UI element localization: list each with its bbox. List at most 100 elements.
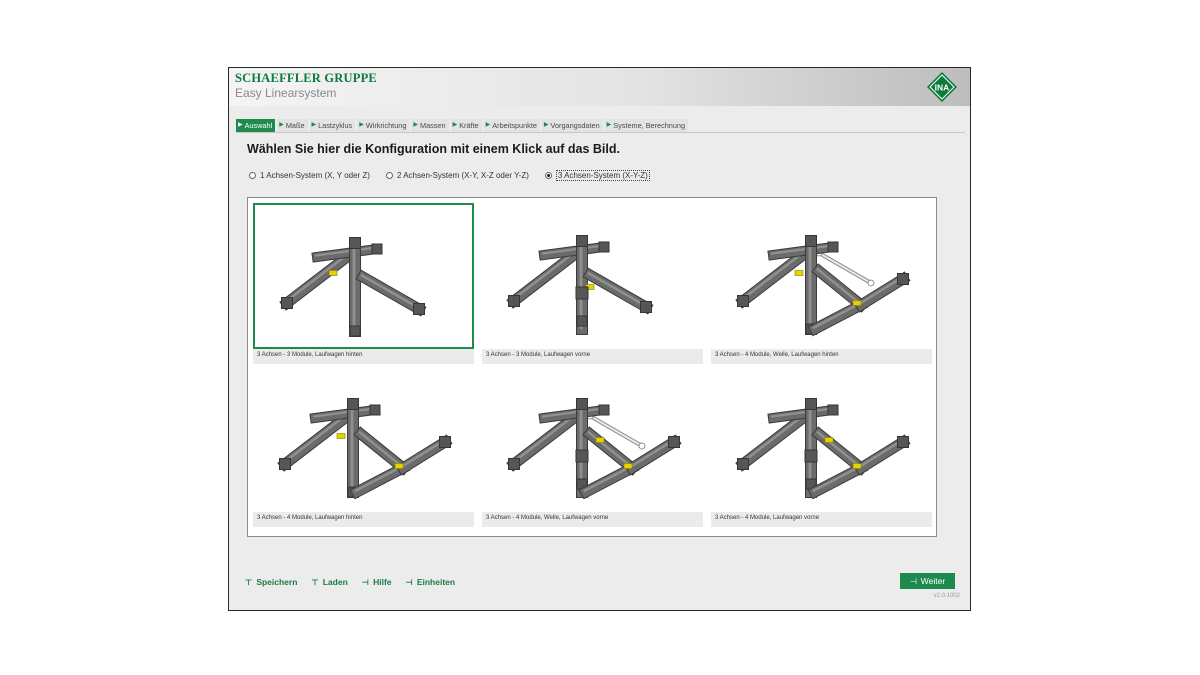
tab-label: Massen [420,121,446,130]
column-top-block [576,398,588,410]
tab-divider [236,132,965,133]
config-card-3-rear[interactable]: 3 Achsen - 3 Module, Laufwagen hinten [253,203,474,364]
radio-3-axis[interactable]: 3 Achsen-System (X-Y-Z) [544,170,650,181]
config-image[interactable] [711,203,932,349]
config-caption: 3 Achsen - 3 Module, Laufwagen hinten [257,352,363,358]
tab-wirkrichtung[interactable]: ▶ Wirkrichtung [357,119,410,132]
rail-end-block [897,273,909,285]
units-label: Einheiten [416,577,456,587]
next-icon: ⊣ [909,576,917,586]
help-link[interactable]: ⊣ Hilfe [362,577,392,587]
rail-end-block [737,458,749,470]
upper-cross-beam [312,244,382,262]
y-axis-rail [736,248,810,308]
rail-end-block [413,303,425,315]
y-axis-rail [507,411,581,471]
tab-arrow-icon: ▶ [311,122,317,128]
carriage [394,463,404,469]
x-extension-rail-highlight [858,438,904,469]
radio-label: 2 Achsen-System (X-Y, X-Z oder Y-Z) [396,171,529,180]
support-beam [808,298,868,336]
radio-2-axis[interactable]: 2 Achsen-System (X-Y, X-Z oder Y-Z) [385,171,529,180]
load-link[interactable]: ⊤ Laden [311,577,347,587]
tab-arrow-icon: ▶ [543,122,549,128]
y-axis-rail-highlight [740,251,804,302]
config-caption: 3 Achsen - 4 Module, Welle, Laufwagen hi… [715,352,839,358]
tab-label: Kräfte [459,121,479,130]
footer-actions: ⊤ Speichern ⊤ Laden ⊣ Hilfe ⊣ Einheiten [245,577,469,587]
y-axis-rail-highlight [740,414,804,465]
next-label: Weiter [920,576,946,586]
config-image[interactable] [482,203,703,349]
linear-system-3d-icon [279,237,427,337]
tab-massen[interactable]: ▶ Massen [411,119,449,132]
rail-end-block [640,301,652,313]
units-link[interactable]: ⊣ Einheiten [406,577,456,587]
config-image[interactable] [253,366,474,512]
save-label: Speichern [256,577,298,587]
config-card-4-front[interactable]: 3 Achsen - 4 Module, Laufwagen vorne [711,366,932,527]
tab-label: Arbeitspunkte [492,121,537,130]
tab-label: Auswahl [244,121,273,130]
config-image[interactable] [711,366,932,512]
cross-end-block [598,404,610,416]
upper-cross-beam [539,242,609,260]
carriage [852,463,862,469]
load-label: Laden [322,577,348,587]
logo-text: INA [935,83,950,93]
cross-end-block [827,241,839,253]
radio-label: 3 Achsen-System (X-Y-Z) [555,170,650,181]
tab-vorgangsdaten[interactable]: ▶ Vorgangsdaten [541,119,603,132]
brand-name: SCHAEFFLER GRUPPE [235,71,377,85]
tab-kraefte[interactable]: ▶ Kräfte [450,119,482,132]
tab-bar: ▶ Auswahl ▶ Maße ▶ Lastzyklus ▶ Wirkrichtung… [236,119,690,132]
next-button[interactable]: ⊣ Weiter [900,573,955,589]
y-axis-rail [280,250,354,310]
x-extension-rail [854,435,910,475]
config-card-3-front[interactable]: 3 Achsen - 3 Module, Laufwagen vorne [482,203,703,364]
radio-1-axis[interactable]: 1 Achsen-System (X, Y oder Z) [249,171,370,180]
column-top-block [805,235,817,247]
header-bar: SCHAEFFLER GRUPPE Easy Linearsystem INA [229,68,970,106]
config-card-4-shaft-front[interactable]: 3 Achsen - 4 Module, Welle, Laufwagen vo… [482,366,703,527]
column-top-block [576,235,588,247]
y-axis-rail [507,248,581,308]
radio-button-icon[interactable] [544,172,552,179]
tab-arrow-icon: ▶ [359,122,364,128]
linear-system-3d-icon [506,235,654,335]
tab-label: Systeme, Berechnung [613,121,686,130]
config-card-4-rear[interactable]: 3 Achsen - 4 Module, Laufwagen hinten [253,366,474,527]
upper-cross-beam [768,405,838,423]
rail-end-block [737,295,749,307]
tab-auswahl[interactable]: ▶ Auswahl [236,119,276,132]
linear-system-3d-icon [277,398,453,500]
x-axis-rail-highlight [816,430,862,469]
config-image[interactable] [482,366,703,512]
config-image[interactable] [253,203,474,349]
cross-end-block [598,241,610,253]
cross-end-block [369,404,381,416]
tab-arbeitspunkte[interactable]: ▶ Arbeitspunkte [483,119,540,132]
tab-masse[interactable]: ▶ Maße [277,119,308,132]
tab-arrow-icon: ▶ [606,122,612,128]
tab-arrow-icon: ▶ [238,122,243,128]
tab-arrow-icon: ▶ [452,122,458,128]
column-bottom-block [349,325,361,337]
radio-button-icon[interactable] [385,172,393,179]
y-axis-rail [736,411,810,471]
config-card-4-shaft-rear[interactable]: 3 Achsen - 4 Module, Welle, Laufwagen hi… [711,203,932,364]
tab-lastzyklus[interactable]: ▶ Lastzyklus [309,119,356,132]
tab-arrow-icon: ▶ [485,122,491,128]
config-caption: 3 Achsen - 4 Module, Laufwagen vorne [715,515,820,521]
cross-end-block [371,243,383,255]
carriage [824,437,834,443]
tab-label: Lastzyklus [318,121,353,130]
save-link[interactable]: ⊤ Speichern [245,577,297,587]
linear-system-3d-icon [735,398,911,500]
support-beam-highlight [354,464,404,493]
tab-label: Maße [285,121,305,130]
y-axis-rail [278,411,352,471]
x-axis-rail-highlight [360,273,420,310]
radio-button-icon[interactable] [249,172,256,179]
tab-systeme-berechnung[interactable]: ▶ Systeme, Berechnung [604,119,689,132]
